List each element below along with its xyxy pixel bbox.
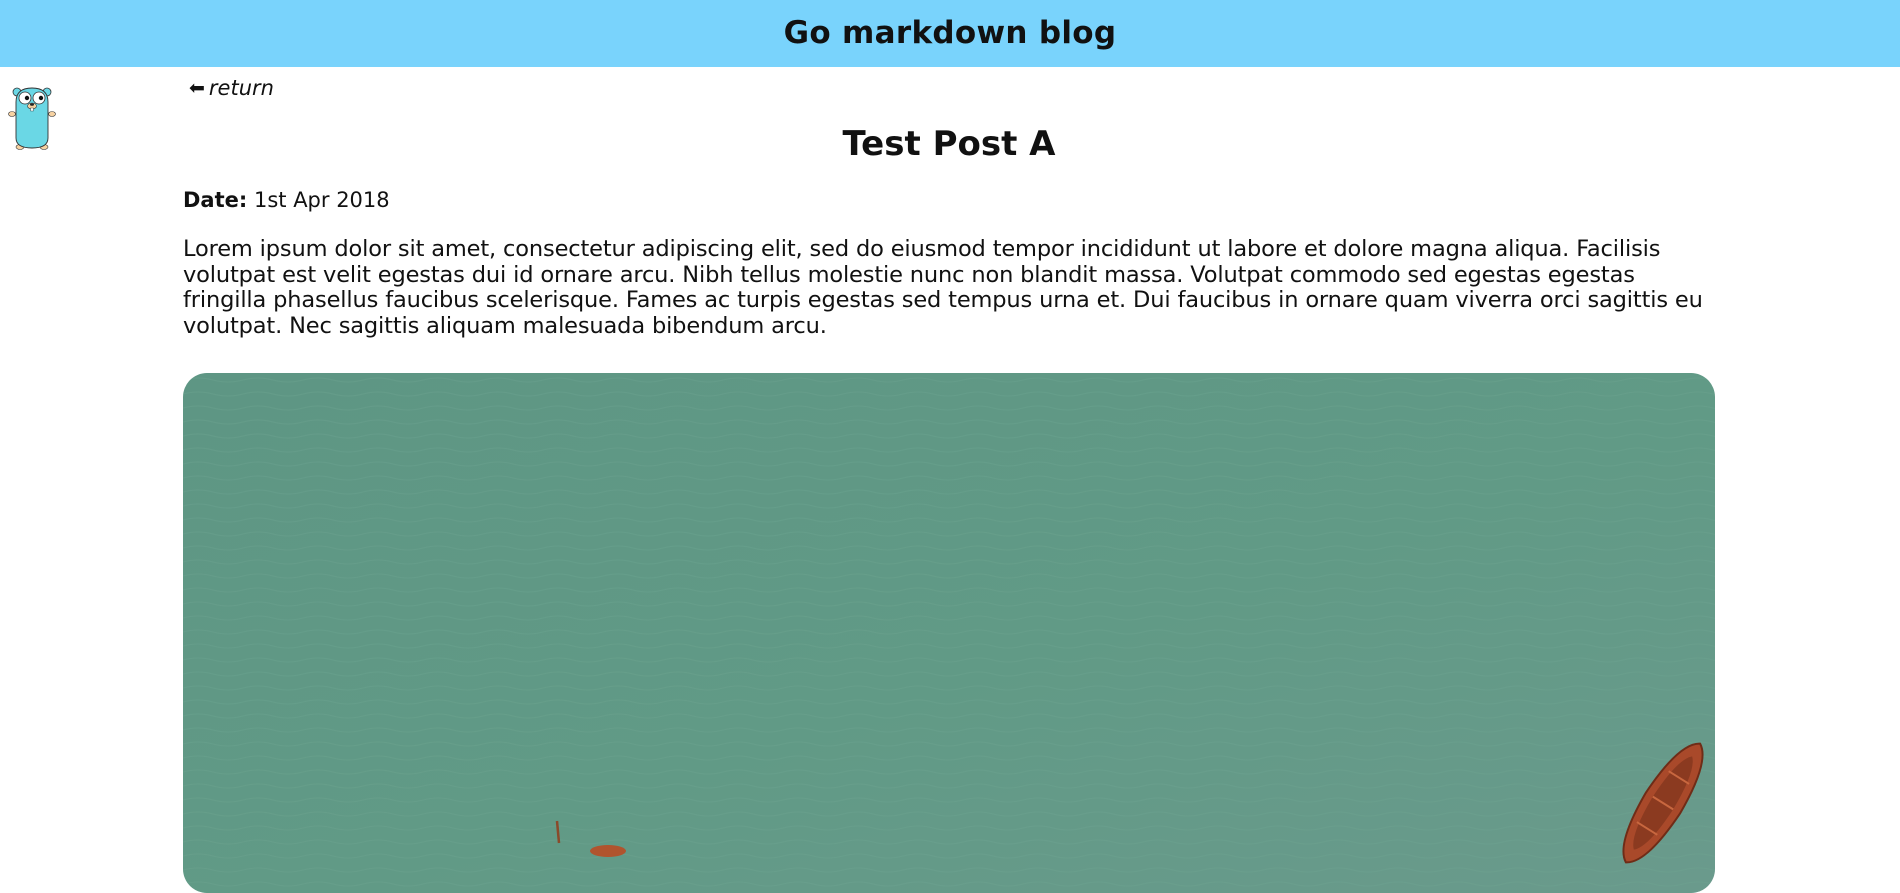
post-body: Lorem ipsum dolor sit amet, consectetur … (183, 236, 1703, 339)
post-image (183, 373, 1715, 893)
arrow-left-icon: ⬅ (189, 77, 205, 99)
gopher-icon (8, 84, 56, 152)
post-date: Date: 1st Apr 2018 (183, 188, 390, 212)
post-date-value: 1st Apr 2018 (253, 188, 390, 212)
post-title: Test Post A (842, 124, 1056, 164)
site-header: Go markdown blog (0, 0, 1900, 67)
site-title[interactable]: Go markdown blog (784, 15, 1117, 51)
post-date-label: Date: (183, 188, 248, 212)
return-link[interactable]: ⬅ return (189, 76, 274, 100)
return-label: return (208, 76, 274, 100)
